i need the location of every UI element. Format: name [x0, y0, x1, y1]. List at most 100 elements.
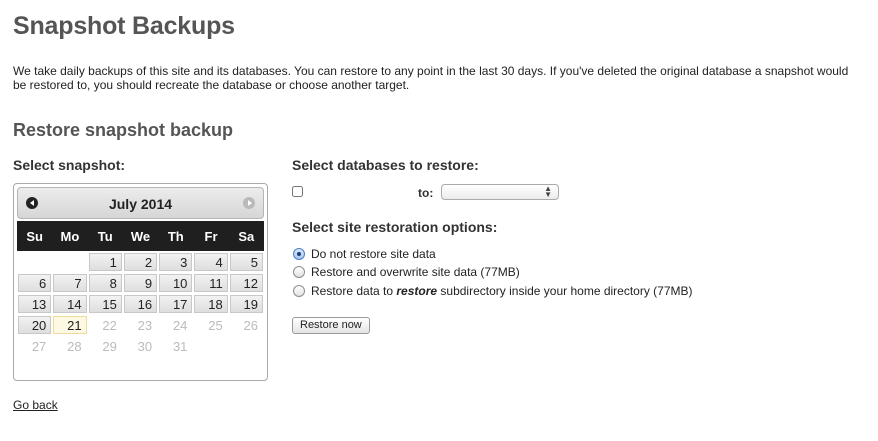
weekday-row: Su Mo Tu We Th Fr Sa	[17, 221, 264, 251]
calendar-cell: 29	[88, 335, 123, 356]
option-label-start: Restore data to	[311, 284, 397, 298]
calendar-cell	[229, 335, 264, 356]
calendar-day-disabled: 29	[88, 336, 122, 355]
database-checkbox[interactable]	[292, 186, 303, 197]
calendar-day[interactable]: 19	[229, 294, 263, 313]
calendar-day[interactable]: 10	[159, 273, 193, 292]
chevron-right-icon	[247, 200, 252, 206]
radio-overwrite[interactable]	[293, 266, 305, 278]
weekday-label: Mo	[52, 221, 88, 251]
calendar-day[interactable]: 5	[229, 252, 263, 271]
calendar-cell: 17	[158, 293, 193, 314]
calendar-cell: 3	[158, 251, 193, 272]
calendar-cell: 27	[17, 335, 52, 356]
calendar-cell: 12	[229, 272, 264, 293]
calendar-day[interactable]: 16	[123, 294, 158, 313]
calendar-day[interactable]: 8	[88, 273, 122, 292]
calendar-cell: 19	[229, 293, 264, 314]
calendar-cell: 8	[88, 272, 123, 293]
calendar-cell: 20	[17, 314, 52, 335]
calendar-day[interactable]: 4	[194, 252, 228, 271]
calendar-cell: 11	[193, 272, 228, 293]
page-title: Snapshot Backups	[13, 12, 235, 40]
calendar-day[interactable]: 1	[88, 252, 122, 271]
calendar-cell: 26	[229, 314, 264, 335]
calendar-cell: 30	[123, 335, 158, 356]
radio-subdirectory[interactable]	[293, 285, 305, 297]
weekday-label: Th	[158, 221, 194, 251]
select-snapshot-label: Select snapshot:	[13, 157, 126, 173]
calendar-day-disabled: 31	[159, 336, 193, 355]
calendar-day[interactable]: 20	[18, 315, 52, 334]
calendar-cell: 15	[88, 293, 123, 314]
go-back-link[interactable]: Go back	[13, 398, 58, 412]
option-label: Restore and overwrite site data (77MB)	[311, 265, 520, 279]
calendar-cell: 24	[158, 314, 193, 335]
calendar-cell: 1	[88, 251, 123, 272]
next-month-button[interactable]	[243, 197, 255, 209]
option-label: Restore data to restore subdirectory ins…	[311, 284, 693, 298]
weekday-label: Tu	[87, 221, 123, 251]
intro-text: We take daily backups of this site and i…	[13, 64, 849, 92]
calendar-week-row: 6 7 8 9 10 11 12	[17, 272, 264, 293]
calendar-cell: 18	[193, 293, 228, 314]
calendar-month-label: July 2014	[108, 196, 173, 212]
calendar-cell: 28	[52, 335, 87, 356]
restore-now-button[interactable]: Restore now	[292, 317, 370, 334]
calendar-grid: Su Mo Tu We Th Fr Sa 1 2 3 4 5 6 7 8 9 10 11 12 13 14…	[17, 221, 264, 356]
calendar-cell: 9	[123, 272, 158, 293]
calendar-day[interactable]: 9	[123, 273, 158, 292]
calendar-cell: 4	[193, 251, 228, 272]
calendar-cell: 2	[123, 251, 158, 272]
calendar-cell: 6	[17, 272, 52, 293]
calendar-day[interactable]: 17	[159, 294, 193, 313]
calendar-cell: 25	[193, 314, 228, 335]
calendar-week-row: 12345	[17, 251, 264, 272]
weekday-label: Fr	[193, 221, 229, 251]
calendar-cell	[193, 335, 228, 356]
calendar-cell: 22	[88, 314, 123, 335]
calendar-cell: 14	[52, 293, 87, 314]
radio-no-restore[interactable]	[293, 248, 305, 260]
snapshot-calendar: July 2014 Su Mo Tu We Th Fr Sa 123456789…	[13, 183, 268, 381]
section-title: Restore snapshot backup	[13, 120, 234, 140]
calendar-day-empty	[18, 253, 51, 271]
calendar-cell: 13	[17, 293, 52, 314]
option-subdirectory[interactable]: Restore data to restore subdirectory ins…	[293, 284, 693, 298]
select-databases-label: Select databases to restore:	[292, 157, 479, 173]
weekday-label: We	[122, 221, 159, 251]
calendar-day[interactable]: 11	[194, 273, 228, 292]
calendar-day-disabled: 25	[194, 315, 228, 334]
calendar-day[interactable]: 14	[53, 294, 87, 313]
calendar-cell	[52, 251, 87, 272]
option-overwrite[interactable]: Restore and overwrite site data (77MB)	[293, 265, 520, 279]
calendar-day[interactable]: 12	[229, 273, 263, 292]
select-arrows-icon: ▲ ▼	[544, 184, 552, 199]
calendar-day-disabled: 28	[53, 336, 87, 355]
target-database-select[interactable]: ▲ ▼	[441, 184, 559, 200]
to-label: to:	[418, 186, 434, 200]
calendar-cell: 23	[123, 314, 158, 335]
calendar-day-disabled: 22	[88, 315, 122, 334]
calendar-week-row: 20 21 22 23 24 25 26	[17, 314, 264, 335]
calendar-day-disabled: 27	[18, 336, 52, 355]
calendar-day-disabled: 30	[123, 336, 158, 355]
calendar-day[interactable]: 6	[18, 273, 52, 292]
calendar-day[interactable]: 18	[194, 294, 228, 313]
calendar-cell	[17, 251, 52, 272]
calendar-day-today[interactable]: 21	[53, 315, 87, 334]
calendar-cell: 16	[123, 293, 158, 314]
weekday-label: Sa	[228, 221, 264, 251]
calendar-day[interactable]: 3	[159, 252, 193, 271]
calendar-day[interactable]: 7	[53, 273, 87, 292]
calendar-day-empty	[230, 337, 263, 355]
option-no-restore[interactable]: Do not restore site data	[293, 247, 436, 261]
calendar-cell: 10	[158, 272, 193, 293]
calendar-day[interactable]: 2	[123, 252, 158, 271]
option-label: Do not restore site data	[311, 247, 436, 261]
calendar-day[interactable]: 15	[88, 294, 122, 313]
calendar-day[interactable]: 13	[18, 294, 52, 313]
calendar-week-row: 13 14 15 16 17 18 19	[17, 293, 264, 314]
calendar-day-disabled: 23	[123, 315, 158, 334]
calendar-week-row: 27 28 29 30 31	[17, 335, 264, 356]
